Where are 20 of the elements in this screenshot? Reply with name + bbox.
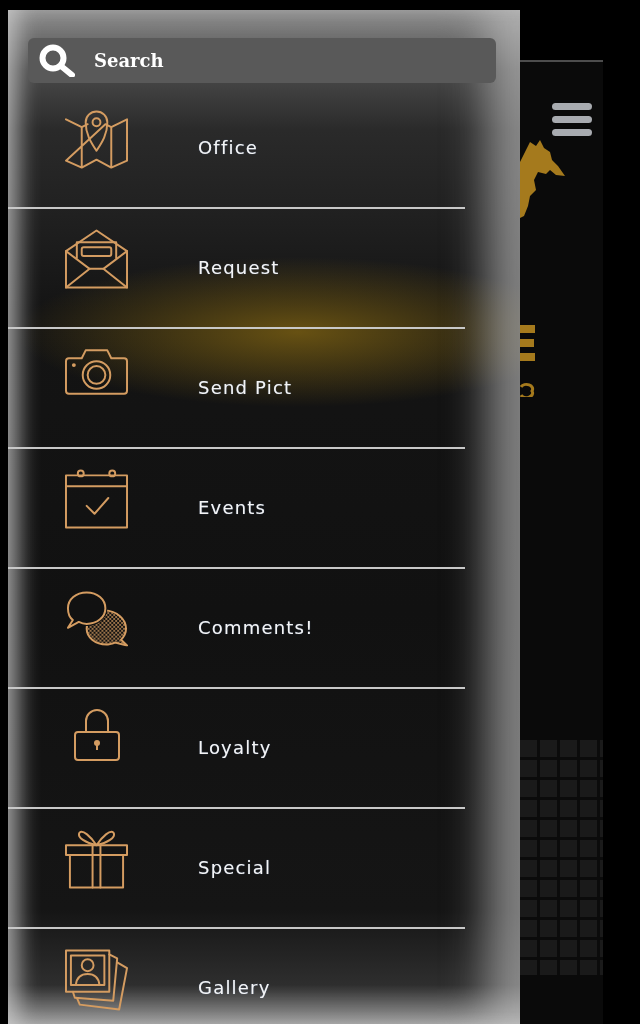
calendar-check-icon — [65, 469, 128, 529]
search-icon — [38, 44, 75, 77]
menu-item[interactable]: Loyalty — [8, 689, 465, 807]
menu-item[interactable]: Comments! — [8, 569, 465, 687]
speech-bubbles-icon — [65, 589, 128, 647]
menu-item[interactable]: Send Pict — [8, 329, 465, 447]
photo-stack-icon — [65, 949, 128, 1011]
search-field[interactable]: Search — [28, 38, 496, 83]
menu-item[interactable]: Request — [8, 209, 465, 327]
menu-item[interactable]: Gallery — [8, 929, 465, 1024]
lettering-fragment-drawing — [520, 325, 536, 397]
camera-icon — [65, 349, 128, 395]
map-pin-icon — [65, 109, 128, 169]
gift-icon — [65, 829, 128, 889]
envelope-letter-icon — [65, 229, 128, 289]
menu-item[interactable]: Special — [8, 809, 465, 927]
menu-icon[interactable] — [552, 103, 592, 136]
menu-item[interactable]: Office — [8, 89, 465, 207]
menu-item[interactable]: Events — [8, 449, 465, 567]
padlock-icon — [73, 709, 120, 761]
